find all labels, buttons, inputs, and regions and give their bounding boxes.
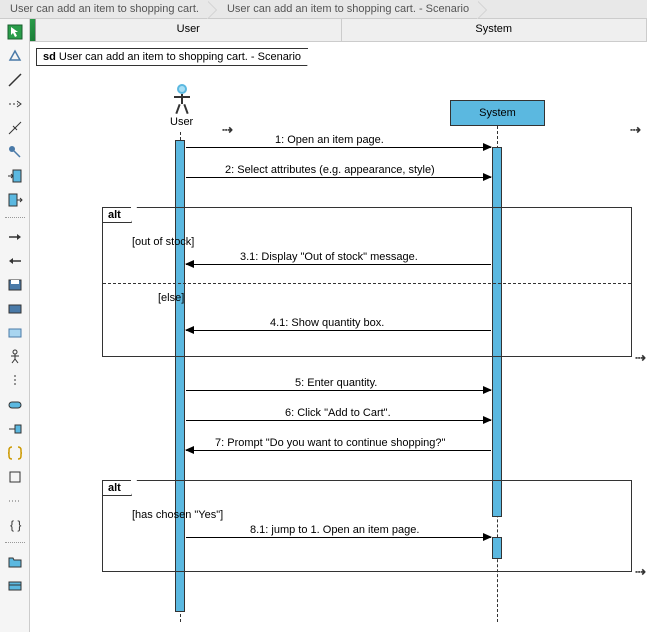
resize-arrow-icon[interactable]: ⇢: [635, 350, 646, 366]
diagram-canvas[interactable]: sd User can add an item to shopping cart…: [30, 42, 647, 632]
toolbar: { }: [0, 19, 30, 632]
message-6-label: 6: Click "Add to Cart".: [285, 407, 391, 419]
frame-in-tool-icon[interactable]: [6, 167, 24, 185]
message-4-1[interactable]: [186, 330, 491, 331]
frame-out-tool-icon[interactable]: [6, 191, 24, 209]
rect-tool-icon[interactable]: [6, 324, 24, 342]
activation-system-2[interactable]: [492, 537, 502, 559]
block-save-tool-icon[interactable]: [6, 276, 24, 294]
block-tool-icon[interactable]: [6, 300, 24, 318]
message-4-1-label: 4.1: Show quantity box.: [270, 317, 384, 329]
cross-line-tool-icon[interactable]: [6, 119, 24, 137]
dotted-tool-icon[interactable]: [6, 492, 24, 510]
curly-tool-icon[interactable]: { }: [6, 516, 24, 534]
message-2[interactable]: [186, 177, 491, 178]
breadcrumb: User can add an item to shopping cart. U…: [0, 0, 647, 19]
braces-tool-icon[interactable]: [6, 444, 24, 462]
tool-separator: [5, 542, 25, 545]
guard-else: [else]: [158, 292, 184, 304]
breadcrumb-item-1[interactable]: User can add an item to shopping cart.: [0, 1, 217, 17]
square-outline-tool-icon[interactable]: [6, 468, 24, 486]
message-5-label: 5: Enter quantity.: [295, 377, 377, 389]
message-2-label: 2: Select attributes (e.g. appearance, s…: [225, 164, 435, 176]
message-8-1[interactable]: [186, 537, 491, 538]
arrow-left-tool-icon[interactable]: [6, 252, 24, 270]
tool-separator: [5, 217, 25, 220]
diagram-container: User System sd User can add an item to s…: [30, 19, 647, 632]
message-6[interactable]: [186, 420, 491, 421]
arrow-right-tool-icon[interactable]: [6, 228, 24, 246]
alt-frame-1[interactable]: alt: [102, 207, 632, 357]
resize-arrow-icon[interactable]: ⇢: [222, 122, 233, 138]
resize-arrow-icon[interactable]: ⇢: [630, 122, 641, 138]
pin-tool-icon[interactable]: [6, 143, 24, 161]
folder-tool-icon[interactable]: [6, 553, 24, 571]
breadcrumb-item-2[interactable]: User can add an item to shopping cart. -…: [217, 1, 487, 17]
sd-frame-label[interactable]: sd User can add an item to shopping cart…: [36, 48, 308, 66]
cursor-tool-icon[interactable]: [6, 23, 24, 41]
alt-label-1: alt: [102, 207, 132, 223]
dash-line-tool-icon[interactable]: [6, 372, 24, 390]
card-tool-icon[interactable]: [6, 577, 24, 595]
actor-tool-icon[interactable]: [6, 348, 24, 366]
message-3-1[interactable]: [186, 264, 491, 265]
rounded-rect-tool-icon[interactable]: [6, 396, 24, 414]
actor-user[interactable]: User: [170, 84, 193, 128]
actor-user-icon: [172, 84, 192, 114]
sd-title: User can add an item to shopping cart. -…: [59, 51, 301, 63]
merge-tool-icon[interactable]: [6, 420, 24, 438]
alt-divider: [103, 283, 631, 284]
actor-user-label: User: [170, 116, 193, 128]
alt-label-2: alt: [102, 480, 132, 496]
message-1[interactable]: [186, 147, 491, 148]
message-7-label: 7: Prompt "Do you want to continue shopp…: [215, 437, 445, 449]
lifeline-system-label: System: [479, 107, 516, 119]
sd-prefix: sd: [43, 51, 56, 63]
guard-out-of-stock: [out of stock]: [132, 236, 194, 248]
triangle-tool-icon[interactable]: [6, 47, 24, 65]
diagram-header: User System: [30, 19, 647, 42]
header-user[interactable]: User: [36, 19, 342, 41]
svg-text:{ }: { }: [10, 518, 21, 532]
message-5[interactable]: [186, 390, 491, 391]
resize-arrow-icon[interactable]: ⇢: [635, 564, 646, 580]
message-7[interactable]: [186, 450, 491, 451]
message-3-1-label: 3.1: Display "Out of stock" message.: [240, 251, 418, 263]
guard-yes: [has chosen "Yes"]: [132, 509, 223, 521]
lifeline-system[interactable]: System: [450, 100, 545, 126]
header-system[interactable]: System: [342, 19, 647, 41]
line-tool-icon[interactable]: [6, 71, 24, 89]
message-8-1-label: 8.1: jump to 1. Open an item page.: [250, 524, 419, 536]
message-1-label: 1: Open an item page.: [275, 134, 384, 146]
dash-arrow-tool-icon[interactable]: [6, 95, 24, 113]
